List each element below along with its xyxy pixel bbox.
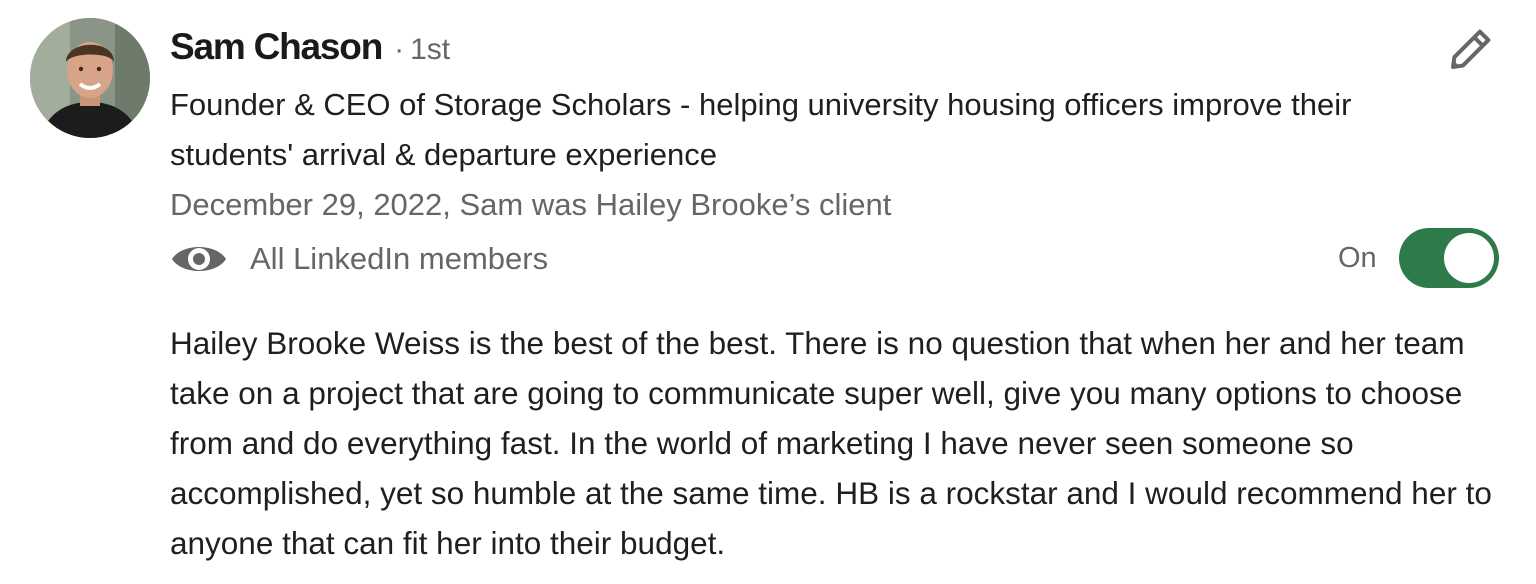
show-recommendation-toggle-group: On	[1338, 228, 1499, 288]
recommendation-text: Hailey Brooke Weiss is the best of the b…	[170, 325, 1492, 561]
edit-button[interactable]	[1438, 18, 1502, 82]
profile-photo-icon	[30, 18, 150, 138]
relationship-date: December 29, 2022, Sam was Hailey Brooke…	[170, 187, 892, 222]
visibility-setting[interactable]: All LinkedIn members	[170, 234, 548, 284]
show-recommendation-toggle[interactable]	[1398, 228, 1499, 288]
visibility-label: All LinkedIn members	[250, 241, 549, 276]
author-headline: Founder & CEO of Storage Scholars - help…	[170, 87, 1352, 172]
author-name[interactable]: Sam Chason	[170, 26, 383, 68]
toggle-knob	[1443, 233, 1494, 283]
pencil-icon	[1451, 29, 1491, 69]
eye-icon	[172, 247, 226, 271]
avatar[interactable]	[30, 18, 150, 138]
degree-separator: ·	[394, 33, 405, 66]
connection-degree: 1st	[410, 33, 451, 66]
toggle-label: On	[1338, 241, 1377, 274]
author-name-row: Sam Chason · 1st	[170, 26, 450, 72]
